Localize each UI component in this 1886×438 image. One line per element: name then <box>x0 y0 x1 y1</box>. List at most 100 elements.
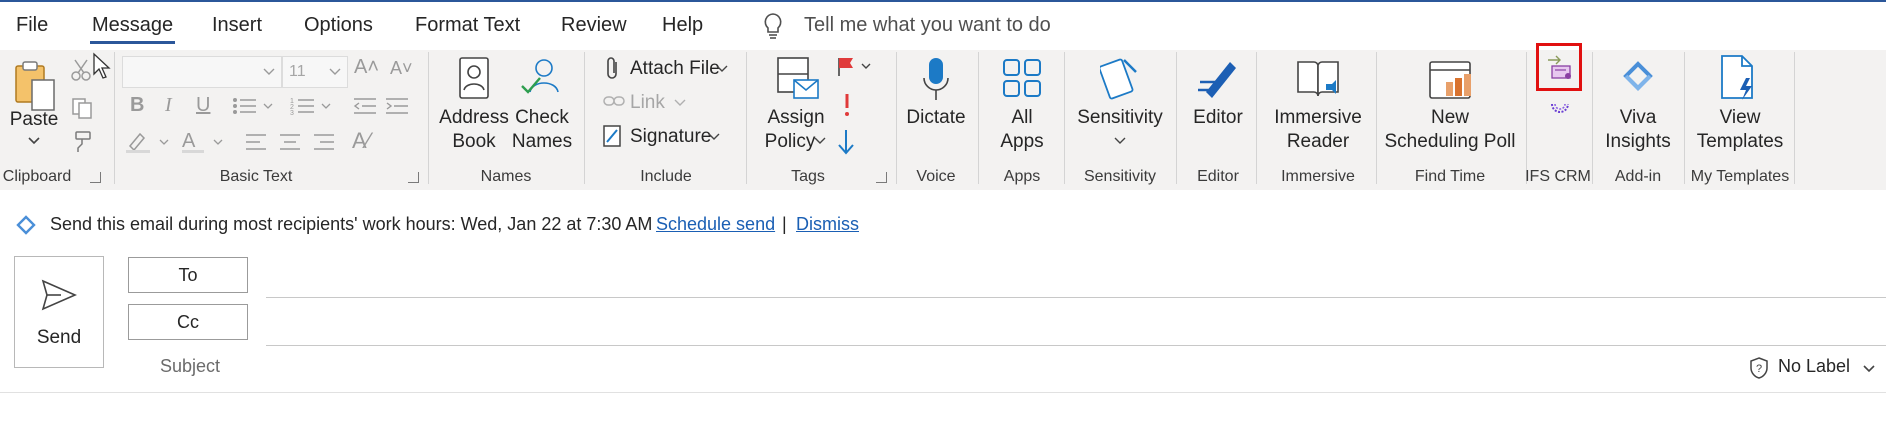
immersive-reader-icon[interactable] <box>1294 56 1342 102</box>
chevron-down-icon[interactable] <box>674 98 686 108</box>
bullets-icon[interactable] <box>232 96 276 116</box>
chevron-down-icon[interactable] <box>27 136 41 146</box>
grow-font-icon[interactable]: A˄ <box>354 56 379 79</box>
all-apps-label-2[interactable]: Apps <box>1000 130 1043 154</box>
new-scheduling-poll-label-2[interactable]: Scheduling Poll <box>1385 130 1516 154</box>
infobar-message: Send this email during most recipients' … <box>50 214 653 234</box>
address-book-icon[interactable] <box>456 56 492 100</box>
numbering-icon[interactable]: 123 <box>290 96 334 116</box>
decrease-indent-icon[interactable] <box>352 96 378 116</box>
cc-field[interactable] <box>266 345 1886 346</box>
basic-text-dialog-launcher[interactable] <box>408 172 419 183</box>
viva-insights-small-icon <box>16 215 36 235</box>
address-book-label-1[interactable]: Address <box>439 106 509 130</box>
microphone-icon[interactable] <box>920 56 952 102</box>
chevron-down-icon[interactable] <box>708 132 720 142</box>
signature-button[interactable]: Signature <box>630 126 711 148</box>
scheduling-poll-icon[interactable] <box>1428 56 1474 102</box>
copy-icon[interactable] <box>70 96 94 120</box>
chevron-down-icon[interactable] <box>814 136 826 146</box>
tab-message[interactable]: Message <box>89 14 176 44</box>
alignment-icons[interactable] <box>246 132 346 152</box>
group-label-immersive: Immersive <box>1281 168 1355 185</box>
view-templates-label-1[interactable]: View <box>1720 106 1761 130</box>
immersive-reader-label-1[interactable]: Immersive <box>1274 106 1362 130</box>
group-label-my-templates: My Templates <box>1690 168 1790 185</box>
sensitivity-button-label[interactable]: Sensitivity <box>1077 106 1163 130</box>
svg-text:?: ? <box>1756 363 1762 375</box>
sensitivity-label-dropdown[interactable]: No Label <box>1778 356 1850 377</box>
ifs-crm-highlight-box <box>1536 43 1582 91</box>
group-label-add-in: Add-in <box>1614 168 1662 185</box>
dictate-button-label[interactable]: Dictate <box>906 106 965 130</box>
shrink-font-icon[interactable]: A˅ <box>390 58 413 79</box>
cc-button[interactable]: Cc <box>128 304 248 340</box>
assign-policy-icon[interactable] <box>776 56 820 104</box>
tell-me-search[interactable]: Tell me what you want to do <box>804 14 1051 37</box>
address-book-label-2[interactable]: Book <box>452 130 495 154</box>
view-templates-label-2[interactable]: Templates <box>1697 130 1784 154</box>
all-apps-icon[interactable] <box>1002 58 1042 98</box>
assign-policy-label-2[interactable]: Policy <box>765 130 816 154</box>
paste-button-label[interactable]: Paste <box>10 108 59 132</box>
paste-icon[interactable] <box>12 58 58 114</box>
assign-policy-label-1[interactable]: Assign <box>767 106 824 130</box>
check-names-label-2[interactable]: Names <box>512 130 572 154</box>
tab-file[interactable]: File <box>16 14 48 37</box>
chevron-down-icon[interactable] <box>716 64 728 74</box>
chevron-down-icon <box>263 68 275 75</box>
bold-icon[interactable]: B <box>130 94 144 117</box>
check-names-label-1[interactable]: Check <box>515 106 569 130</box>
ifs-crm-loading-icon <box>1551 103 1569 113</box>
send-button[interactable]: Send <box>14 256 104 368</box>
subject-field[interactable]: Subject <box>160 356 220 377</box>
italic-icon[interactable]: I <box>165 94 172 117</box>
view-templates-icon[interactable] <box>1718 54 1760 102</box>
viva-insights-icon[interactable] <box>1614 56 1662 102</box>
send-icon <box>41 279 77 311</box>
group-label-include: Include <box>640 168 692 185</box>
chevron-down-icon[interactable] <box>1862 364 1876 374</box>
low-importance-icon[interactable] <box>836 128 856 156</box>
group-label-apps: Apps <box>1003 168 1041 185</box>
signature-icon[interactable] <box>602 124 624 148</box>
dismiss-link[interactable]: Dismiss <box>796 214 859 235</box>
chevron-down-icon[interactable] <box>1114 136 1126 146</box>
immersive-reader-label-2[interactable]: Reader <box>1287 130 1349 154</box>
format-painter-icon[interactable] <box>70 130 94 154</box>
editor-button-label[interactable]: Editor <box>1193 106 1243 130</box>
link-icon[interactable] <box>602 92 626 110</box>
to-button[interactable]: To <box>128 257 248 293</box>
all-apps-label-1[interactable]: All <box>1011 106 1032 130</box>
lightbulb-icon <box>764 13 782 39</box>
tab-format-text[interactable]: Format Text <box>415 14 520 37</box>
clipboard-dialog-launcher[interactable] <box>90 172 101 183</box>
viva-insights-label-1[interactable]: Viva <box>1620 106 1657 130</box>
attach-file-icon[interactable] <box>604 56 622 80</box>
increase-indent-icon[interactable] <box>384 96 410 116</box>
new-scheduling-poll-label-1[interactable]: New <box>1431 106 1469 130</box>
cut-icon[interactable] <box>70 58 92 82</box>
viva-insights-label-2[interactable]: Insights <box>1605 130 1670 154</box>
tab-help[interactable]: Help <box>662 14 703 37</box>
tab-review[interactable]: Review <box>561 14 627 37</box>
high-importance-icon[interactable] <box>840 92 854 118</box>
link-button[interactable]: Link <box>630 92 665 114</box>
font-color-icon[interactable]: A <box>180 130 228 154</box>
schedule-send-link[interactable]: Schedule send <box>656 214 775 235</box>
to-field[interactable] <box>266 297 1886 298</box>
follow-up-flag-icon[interactable] <box>836 56 874 78</box>
editor-icon[interactable] <box>1196 56 1240 102</box>
group-label-tags: Tags <box>791 168 825 185</box>
highlight-color-icon[interactable] <box>124 130 172 154</box>
attach-file-button[interactable]: Attach File <box>630 58 720 80</box>
tab-options[interactable]: Options <box>304 14 373 37</box>
sensitivity-icon[interactable] <box>1100 54 1142 100</box>
tab-insert[interactable]: Insert <box>212 14 262 37</box>
font-size-dropdown[interactable]: 11 <box>282 56 348 88</box>
font-name-dropdown[interactable] <box>122 56 282 88</box>
underline-icon[interactable]: U <box>196 94 210 117</box>
tags-dialog-launcher[interactable] <box>876 172 887 183</box>
check-names-icon[interactable] <box>518 56 564 102</box>
styles-icon[interactable]: A⁄ <box>352 128 370 154</box>
